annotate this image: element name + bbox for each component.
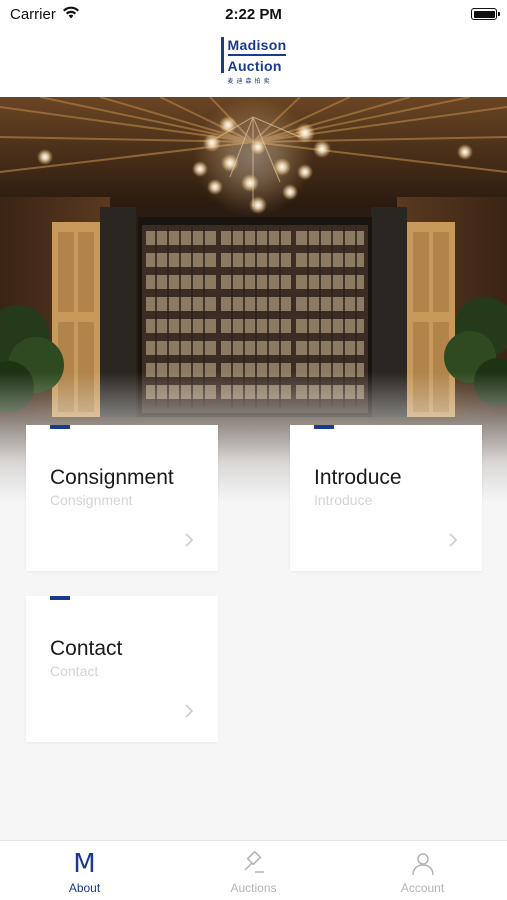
tab-about[interactable]: M About — [0, 841, 169, 900]
tab-auctions[interactable]: Auctions — [169, 841, 338, 900]
tab-account[interactable]: Account — [338, 841, 507, 900]
introduce-card[interactable]: Introduce Introduce — [290, 425, 482, 571]
chevron-right-icon — [185, 533, 194, 547]
card-accent — [50, 425, 70, 429]
logo-sub: 麦迪森拍卖 — [227, 79, 273, 85]
logo-line2: Auction — [227, 58, 282, 74]
chevron-right-icon — [185, 704, 194, 718]
logo-line1: Madison — [227, 37, 287, 53]
card-accent — [50, 596, 70, 600]
tab-bar: M About Auctions Account — [0, 840, 507, 900]
card-title: Introduce — [314, 466, 402, 489]
contact-card[interactable]: Contact Contact — [26, 596, 218, 742]
person-icon — [410, 851, 436, 877]
consignment-card[interactable]: Consignment Consignment — [26, 425, 218, 571]
m-logo-icon: M — [73, 849, 96, 879]
tab-label: Auctions — [230, 881, 277, 895]
chevron-right-icon — [449, 533, 458, 547]
status-time: 2:22 PM — [225, 5, 282, 23]
card-subtitle: Contact — [50, 663, 99, 679]
gavel-icon — [241, 851, 267, 877]
card-subtitle: Consignment — [50, 492, 133, 508]
card-subtitle: Introduce — [314, 492, 373, 508]
card-title: Contact — [50, 637, 123, 660]
madison-auction-logo: Madison Auction 麦迪森拍卖 — [220, 37, 287, 85]
battery-icon — [471, 8, 500, 20]
card-title: Consignment — [50, 466, 174, 489]
tab-label: About — [68, 881, 101, 895]
logo-header: Madison Auction 麦迪森拍卖 — [0, 28, 507, 97]
status-bar: Carrier 2:22 PM — [0, 0, 507, 28]
card-accent — [314, 425, 334, 429]
tab-label: Account — [400, 881, 445, 895]
